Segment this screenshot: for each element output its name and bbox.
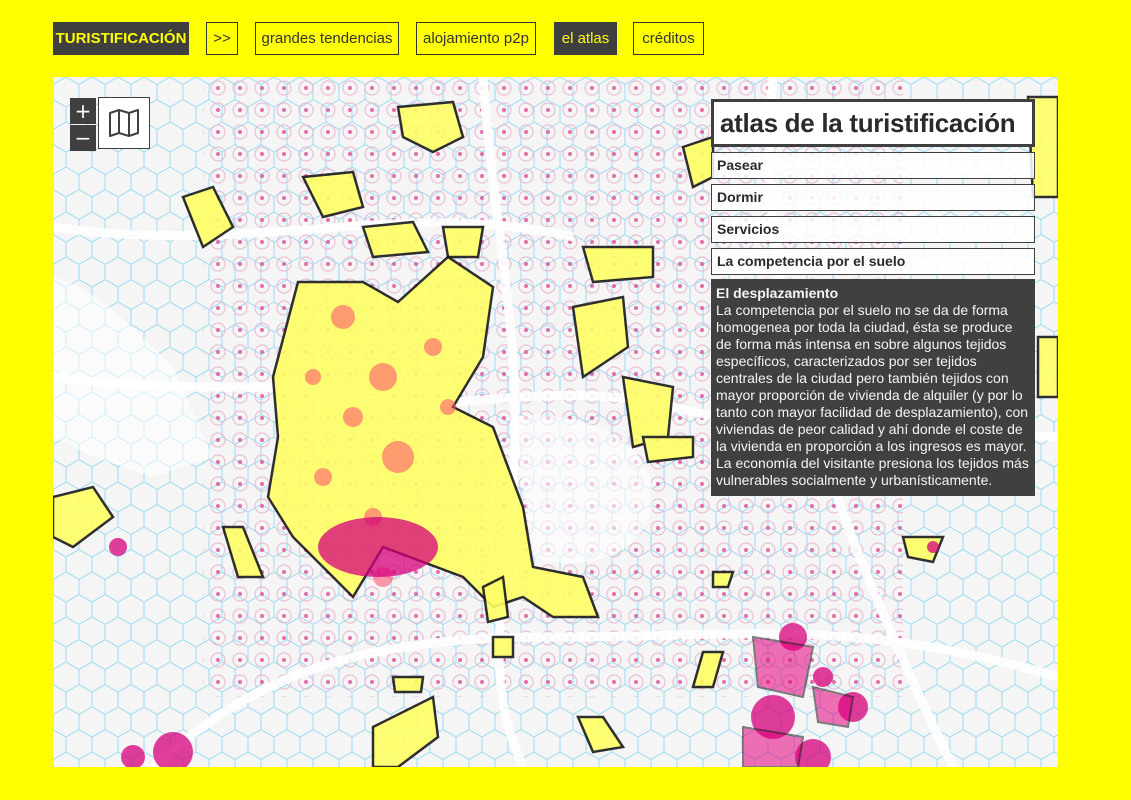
zoom-control: + − [70, 98, 96, 151]
zoom-out-button[interactable]: − [70, 125, 96, 151]
zoom-in-button[interactable]: + [70, 98, 96, 124]
nav-grandes-tendencias[interactable]: grandes tendencias [255, 22, 399, 55]
description-text: La competencia por el suelo no se da de … [716, 302, 1029, 488]
atlas-item-pasear[interactable]: Pasear [711, 152, 1035, 179]
nav-creditos[interactable]: créditos [633, 22, 704, 55]
atlas-panel: atlas de la turistificación Pasear Dormi… [711, 99, 1035, 496]
atlas-description-box: El desplazamiento La competencia por el … [711, 279, 1035, 496]
description-title: El desplazamiento [716, 285, 839, 301]
atlas-item-competencia[interactable]: La competencia por el suelo [711, 248, 1035, 275]
layers-button[interactable] [98, 97, 150, 149]
brand-button[interactable]: TURISTIFICACIÓN [53, 22, 189, 55]
nav-alojamiento-p2p[interactable]: alojamiento p2p [416, 22, 536, 55]
atlas-item-dormir[interactable]: Dormir [711, 184, 1035, 211]
nav-el-atlas[interactable]: el atlas [554, 22, 617, 55]
atlas-title: atlas de la turistificación [711, 99, 1035, 147]
map-icon [109, 109, 139, 137]
atlas-map[interactable]: + − atlas de la turistificación Pasear D… [53, 77, 1058, 767]
atlas-item-servicios[interactable]: Servicios [711, 216, 1035, 243]
next-arrow-button[interactable]: >> [206, 22, 238, 55]
